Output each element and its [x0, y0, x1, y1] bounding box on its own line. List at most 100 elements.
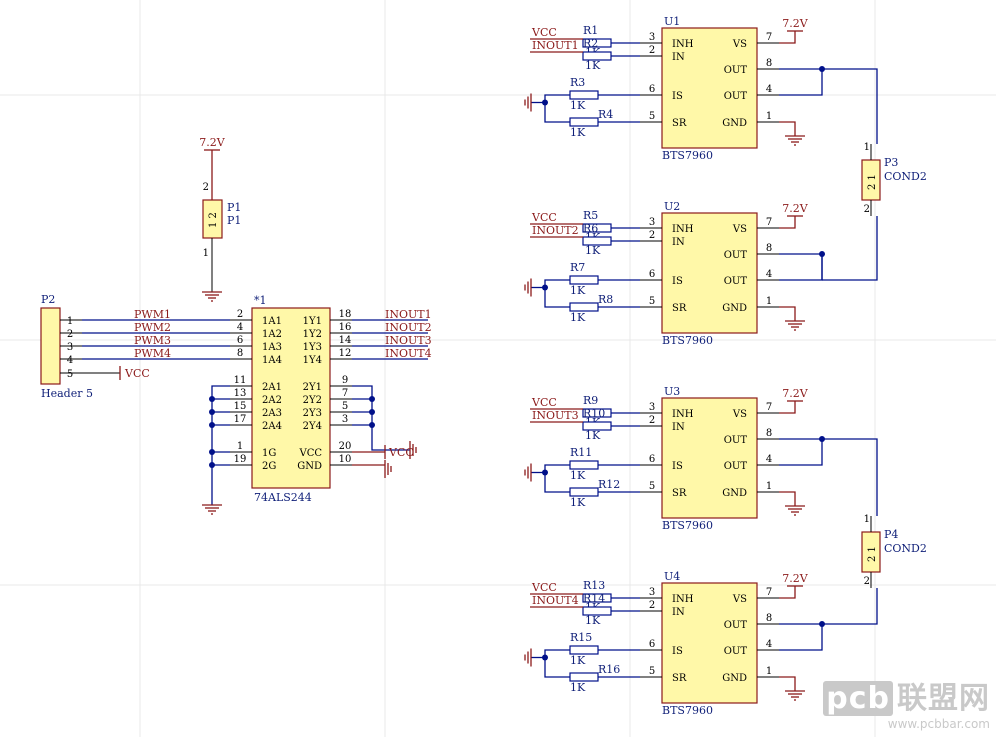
- junction-dot: [369, 422, 375, 428]
- net-7v2: 7.2V: [782, 387, 808, 400]
- pin-number: 8: [766, 428, 772, 439]
- net-vcc: VCC: [531, 396, 557, 409]
- pin-number: 1: [766, 666, 772, 677]
- pin-name: INH: [672, 39, 694, 50]
- resistor-ref: R13: [583, 579, 605, 592]
- bts7960-ref: U1: [664, 15, 680, 28]
- pin-name: OUT: [724, 65, 748, 76]
- pin-name: VS: [732, 594, 747, 605]
- pin-number: 4: [766, 269, 772, 280]
- pin-number: 19: [234, 454, 247, 465]
- pin-name: OUT: [724, 276, 748, 287]
- bts7960-ref: U2: [664, 200, 680, 213]
- pin-name: 2Y3: [303, 408, 322, 419]
- resistor-value: 1K: [570, 654, 586, 667]
- connector-ref: P3: [884, 156, 898, 169]
- net-inout: INOUT4: [385, 347, 432, 360]
- wire: [779, 69, 823, 96]
- net-vcc: VCC: [531, 26, 557, 39]
- resistor-value: 1K: [570, 99, 586, 112]
- resistor-ref: R16: [598, 663, 620, 676]
- pin-number: 5: [342, 401, 348, 412]
- power-wire: [779, 586, 796, 599]
- resistor-ref: R4: [598, 108, 613, 121]
- pin-name: OUT: [724, 620, 748, 631]
- resistor-ref: R14: [583, 592, 605, 605]
- bts7960-part: BTS7960: [662, 334, 713, 347]
- pin-name: 1G: [262, 448, 276, 459]
- pin-number: 7: [766, 32, 772, 43]
- pin-name: 1Y4: [303, 355, 322, 366]
- pin-number: 6: [649, 639, 655, 650]
- pin-number: 1: [237, 441, 243, 452]
- pin-name: INH: [672, 594, 694, 605]
- power-wire: [779, 31, 796, 44]
- wire: [779, 624, 823, 651]
- bts7960-ref: U3: [664, 385, 680, 398]
- resistor-value: 1K: [585, 244, 601, 257]
- pin-number: 7: [766, 217, 772, 228]
- net-inout: INOUT2: [532, 224, 579, 237]
- resistor-ref: R9: [583, 394, 598, 407]
- resistor: [569, 90, 599, 100]
- connector-pins: 2 1: [867, 174, 878, 190]
- connector-value: COND2: [884, 170, 927, 183]
- pin-number: 4: [67, 355, 73, 366]
- gnd-wire: [779, 491, 796, 506]
- resistor-ref: R3: [570, 76, 585, 89]
- wire: [822, 216, 878, 281]
- junction-dot: [542, 99, 548, 106]
- power-wire: [779, 401, 796, 414]
- junction-dot: [209, 409, 215, 415]
- pin-name: IN: [672, 52, 685, 63]
- pin-name: OUT: [724, 435, 748, 446]
- pin-name: 1Y1: [303, 316, 322, 327]
- connector-pins: 2 1: [867, 546, 878, 562]
- junction-dot: [209, 396, 215, 402]
- net-inout: INOUT3: [385, 334, 432, 347]
- pin-number: 3: [649, 217, 655, 228]
- pin-number: 1: [67, 316, 73, 327]
- junction-dot: [542, 654, 548, 661]
- pin-number: 3: [649, 402, 655, 413]
- pin-number: 1: [766, 481, 772, 492]
- pin-name: OUT: [724, 91, 748, 102]
- pin-number: 4: [766, 639, 772, 650]
- net-pwm: PWM3: [134, 334, 171, 347]
- pin-number: 14: [339, 335, 352, 346]
- pin-number: 2: [649, 600, 655, 611]
- net-inout: INOUT2: [385, 321, 432, 334]
- pin-number: 20: [339, 441, 352, 452]
- pin-name: SR: [672, 118, 687, 129]
- pin-number: 12: [339, 348, 352, 359]
- resistor-value: 1K: [585, 429, 601, 442]
- pin-number: 1: [864, 514, 870, 525]
- pin-name: VCC: [298, 448, 322, 459]
- connector-ref: P1: [227, 201, 241, 214]
- pin-number: 3: [342, 414, 348, 425]
- connector-pins: 1 2: [208, 212, 219, 228]
- net-inout: INOUT4: [532, 594, 579, 607]
- pin-number: 1: [766, 111, 772, 122]
- buffer-ref: *1: [254, 294, 267, 307]
- power-wire: [779, 216, 796, 229]
- resistor-value: 1K: [585, 614, 601, 627]
- pin-number: 9: [342, 375, 348, 386]
- pin-number: 11: [234, 375, 247, 386]
- pin-name: IN: [672, 422, 685, 433]
- resistor-ref: R6: [583, 222, 598, 235]
- pin-name: 1A3: [262, 342, 282, 353]
- watermark-logo: pcb 联盟网: [823, 673, 990, 717]
- net-pwm: PWM1: [134, 308, 171, 321]
- pin-name: OUT: [724, 461, 748, 472]
- pin-name: IS: [672, 461, 683, 472]
- resistor-value: 1K: [570, 311, 586, 324]
- pin-number: 6: [649, 454, 655, 465]
- connector-value: COND2: [884, 542, 927, 555]
- pin-name: GND: [722, 673, 747, 684]
- pin-name: OUT: [724, 646, 748, 657]
- pin-name: 1Y3: [303, 342, 322, 353]
- gnd-wire: [779, 121, 796, 136]
- pin-number: 7: [766, 402, 772, 413]
- resistor-ref: R12: [598, 478, 620, 491]
